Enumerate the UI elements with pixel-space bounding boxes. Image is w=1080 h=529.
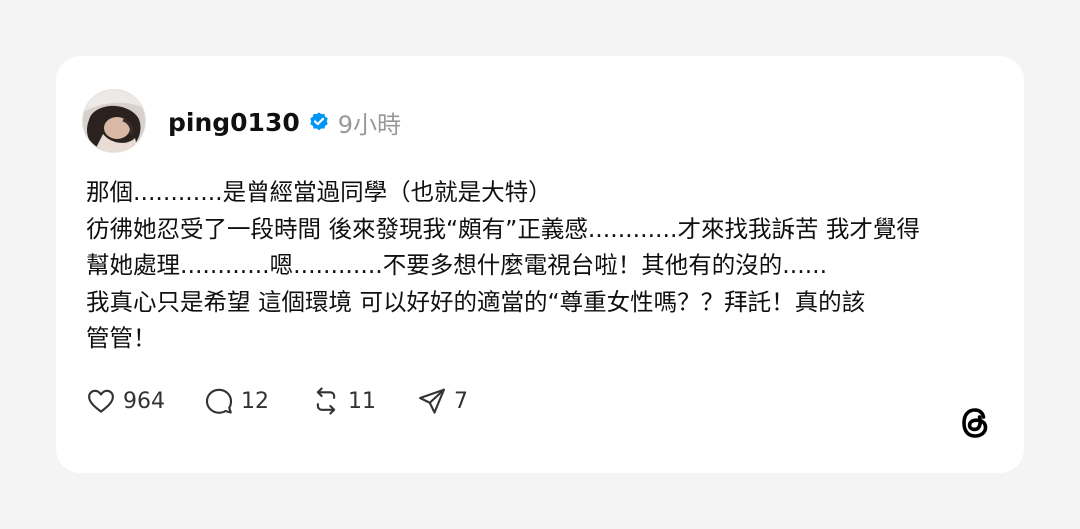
threads-logo-icon [954, 402, 996, 444]
repost-count: 11 [348, 388, 376, 414]
post-card: ping0130 9小時 那個............是曾經當過同學（也就是大特… [56, 56, 1024, 473]
post-text-line: 我真心只是希望 這個環境 可以好好的適當的“尊重女性嗎？？拜託！真的該 [86, 287, 866, 316]
post-text-line: 管管！ [86, 324, 157, 352]
comment-bubble-icon [205, 388, 233, 414]
post-text-line: 幫她處理............嗯............不要多想什麼電視台啦！… [86, 251, 828, 279]
reply-button[interactable]: 12 [204, 386, 311, 416]
username[interactable]: ping0130 [168, 108, 300, 137]
heart-icon [88, 389, 114, 413]
avatar[interactable] [82, 89, 146, 153]
avatar-photo [83, 90, 145, 152]
share-button[interactable]: 7 [417, 386, 468, 416]
repost-icon [316, 387, 336, 415]
post-header: ping0130 9小時 [168, 104, 401, 140]
post-actions: 964 12 11 7 [86, 384, 468, 418]
post-text-line: 彷彿她忍受了一段時間 後來發現我“頗有”正義感............才來找我訴… [86, 214, 920, 243]
verified-badge-icon [308, 111, 330, 133]
repost-button[interactable]: 11 [311, 386, 417, 416]
post-text-line: 那個............是曾經當過同學（也就是大特） [86, 178, 552, 206]
send-icon [419, 388, 445, 414]
like-count: 964 [123, 388, 165, 414]
post-body: 那個............是曾經當過同學（也就是大特） 彷彿她忍受了一段時間 … [86, 174, 996, 357]
share-count: 7 [454, 388, 468, 414]
post-time[interactable]: 9小時 [338, 105, 401, 140]
like-button[interactable]: 964 [86, 386, 204, 416]
reply-count: 12 [241, 388, 269, 414]
